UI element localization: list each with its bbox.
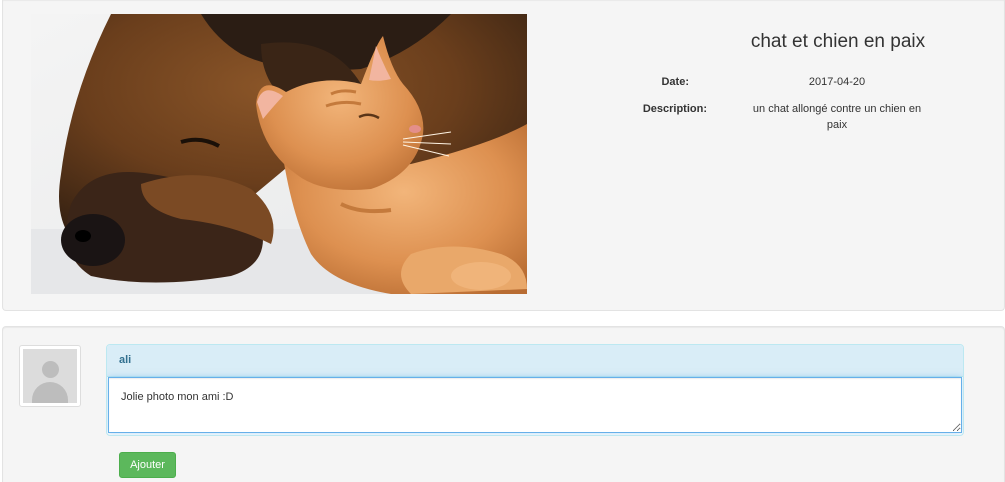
description-label: Description: — [642, 103, 707, 115]
photo-image — [31, 14, 527, 294]
add-comment-button[interactable]: Ajouter — [119, 452, 176, 478]
date-label: Date: — [661, 76, 689, 88]
photo-title: chat et chien en paix — [750, 31, 926, 52]
user-avatar — [19, 345, 81, 407]
comment-form: ali Jolie photo mon ami :D — [106, 344, 964, 436]
photo-panel: chat et chien en paix Date: 2017-04-20 D… — [2, 0, 1005, 311]
date-value: 2017-04-20 — [808, 76, 866, 88]
comment-input[interactable]: Jolie photo mon ami :D — [108, 377, 962, 433]
description-value: un chat allongé contre un chien en paix — [752, 103, 922, 131]
comment-author: ali — [107, 345, 963, 377]
comment-panel: ali Jolie photo mon ami :D Ajouter — [2, 326, 1005, 482]
user-placeholder-icon — [23, 349, 77, 403]
